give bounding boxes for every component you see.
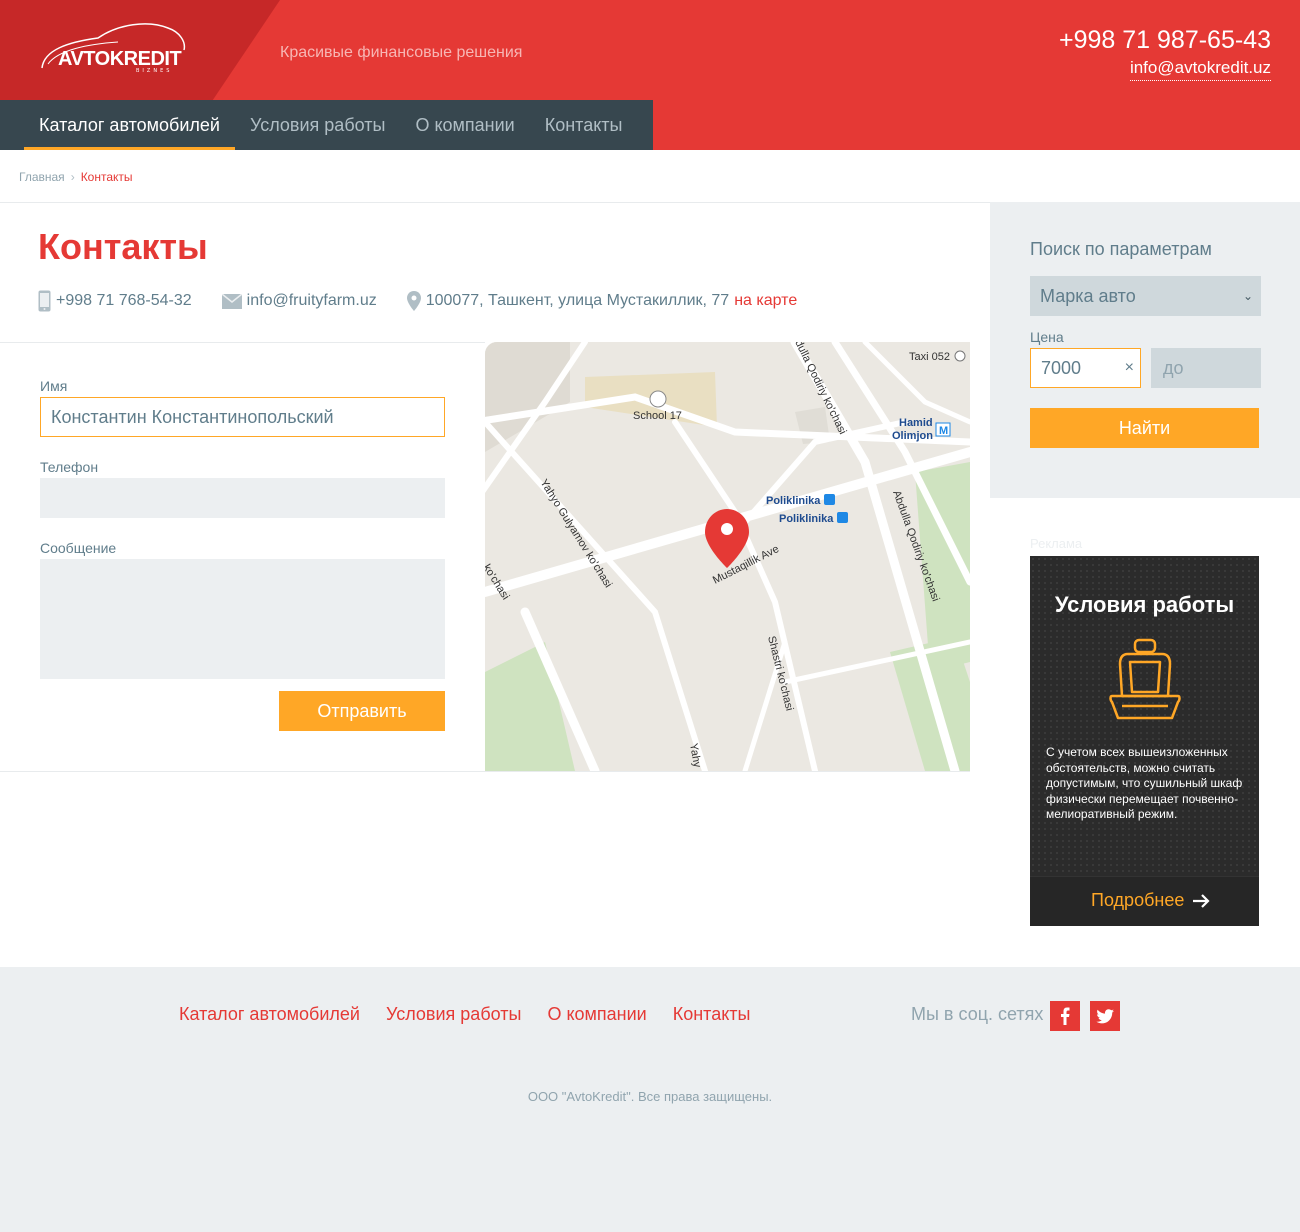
- ad-more-label: Подробнее: [1091, 890, 1185, 910]
- contact-phone-text[interactable]: +998 71 768-54-32: [56, 292, 192, 310]
- contact-address-text: 100077, Ташкент, улица Мустакиллик, 77: [425, 292, 730, 309]
- divider: [0, 771, 970, 772]
- footer-nav-catalog[interactable]: Каталог автомобилей: [179, 1004, 360, 1025]
- map-pin-icon: [406, 291, 421, 311]
- ad-title: Условия работы: [1054, 592, 1235, 617]
- twitter-icon[interactable]: [1090, 1001, 1120, 1031]
- arrow-right-icon: [1193, 893, 1210, 908]
- contact-form: Имя Константин Константинопольский Телеф…: [40, 378, 445, 731]
- footer-nav-terms[interactable]: Условия работы: [386, 1004, 521, 1025]
- price-from-input[interactable]: 7000 ×: [1030, 348, 1141, 388]
- main-nav: Каталог автомобилей Условия работы О ком…: [0, 100, 653, 150]
- phone-input[interactable]: [40, 478, 445, 518]
- brand-select-value: Марка авто: [1040, 286, 1136, 306]
- contact-info: +998 71 768-54-32 info@fruityfarm.uz 100…: [38, 290, 827, 312]
- breadcrumb: Главная › Контакты: [19, 170, 133, 184]
- divider: [0, 202, 990, 203]
- footer: Каталог автомобилей Условия работы О ком…: [0, 967, 1300, 1232]
- breadcrumb-home[interactable]: Главная: [19, 170, 65, 184]
- name-input[interactable]: Константин Константинопольский: [40, 397, 445, 437]
- nav-item-about[interactable]: О компании: [400, 100, 529, 150]
- contact-address: 100077, Ташкент, улица Мустакиллик, 77 н…: [406, 291, 797, 311]
- map-link[interactable]: на карте: [734, 292, 797, 310]
- envelope-icon: [221, 293, 242, 309]
- map-canvas[interactable]: Taxi 052 School 17 Hamid Olimjon M Polik…: [485, 342, 970, 771]
- header: AVTOKREDIT BIZNES Красивые финансовые ре…: [0, 0, 1300, 150]
- contact-email-text[interactable]: info@fruityfarm.uz: [247, 292, 377, 310]
- map-label-metro: M: [939, 425, 948, 437]
- search-button[interactable]: Найти: [1030, 408, 1259, 448]
- message-label: Сообщение: [40, 540, 117, 556]
- price-to-input[interactable]: до: [1151, 348, 1261, 388]
- chevron-down-icon: ⌄: [1242, 289, 1253, 303]
- ad-footer: Подробнее: [1030, 876, 1259, 926]
- map-label-hamid: Hamid: [899, 417, 933, 429]
- logo-subtext: BIZNES: [136, 68, 173, 74]
- social-label: Мы в соц. сетях: [911, 1004, 1044, 1024]
- map-label-poliklinika-1: Poliklinika: [766, 495, 821, 507]
- mobile-phone-icon: [38, 290, 51, 312]
- contact-phone: +998 71 768-54-32: [38, 290, 192, 312]
- car-seat-icon: [1108, 638, 1182, 729]
- phone-label: Телефон: [40, 459, 99, 475]
- divider: [0, 342, 485, 343]
- map-label-poliklinika-2: Poliklinika: [779, 513, 834, 525]
- submit-button[interactable]: Отправить: [279, 691, 445, 731]
- breadcrumb-current: Контакты: [80, 170, 133, 184]
- page-title: Контакты: [38, 226, 208, 267]
- footer-nav-contacts[interactable]: Контакты: [673, 1004, 751, 1025]
- footer-nav-about[interactable]: О компании: [547, 1004, 646, 1025]
- ad-label: Реклама: [1030, 536, 1083, 551]
- contact-email: info@fruityfarm.uz: [221, 292, 377, 310]
- map-label-olimjon: Olimjon: [892, 430, 933, 442]
- clear-icon[interactable]: ×: [1125, 349, 1134, 387]
- header-email[interactable]: info@avtokredit.uz: [1129, 58, 1271, 81]
- brand-select[interactable]: Марка авто ⌄: [1030, 276, 1261, 316]
- ad-banner[interactable]: Условия работы С учетом всех вышеизложен…: [1030, 556, 1259, 926]
- chevron-right-icon: ›: [70, 170, 75, 184]
- nav-item-terms[interactable]: Условия работы: [235, 100, 400, 150]
- name-label: Имя: [40, 378, 68, 394]
- footer-nav: Каталог автомобилей Условия работы О ком…: [179, 1004, 750, 1025]
- search-title: Поиск по параметрам: [1030, 239, 1212, 259]
- facebook-icon[interactable]: [1050, 1001, 1080, 1031]
- search-sidebar: Поиск по параметрам Марка авто ⌄ Цена 70…: [990, 202, 1300, 498]
- map-label-school: School 17: [633, 410, 682, 422]
- ad-text: С учетом всех вышеизложенных обстоятельс…: [1046, 745, 1243, 821]
- price-label: Цена: [1030, 329, 1064, 345]
- nav-item-contacts[interactable]: Контакты: [530, 100, 638, 150]
- ad-more-link[interactable]: Подробнее: [1091, 890, 1210, 911]
- message-textarea[interactable]: [40, 559, 445, 679]
- nav-item-catalog[interactable]: Каталог автомобилей: [24, 100, 235, 150]
- map-label-taxi: Taxi 052: [909, 351, 950, 363]
- logo[interactable]: AVTOKREDIT BIZNES: [38, 20, 188, 76]
- copyright: ООО "AvtoKredit". Все права защищены.: [527, 1089, 773, 1104]
- map[interactable]: Taxi 052 School 17 Hamid Olimjon M Polik…: [485, 342, 970, 771]
- tagline: Красивые финансовые решения: [280, 44, 523, 61]
- header-phone[interactable]: +998 71 987-65-43: [1059, 26, 1271, 55]
- price-from-value: 7000: [1041, 358, 1082, 378]
